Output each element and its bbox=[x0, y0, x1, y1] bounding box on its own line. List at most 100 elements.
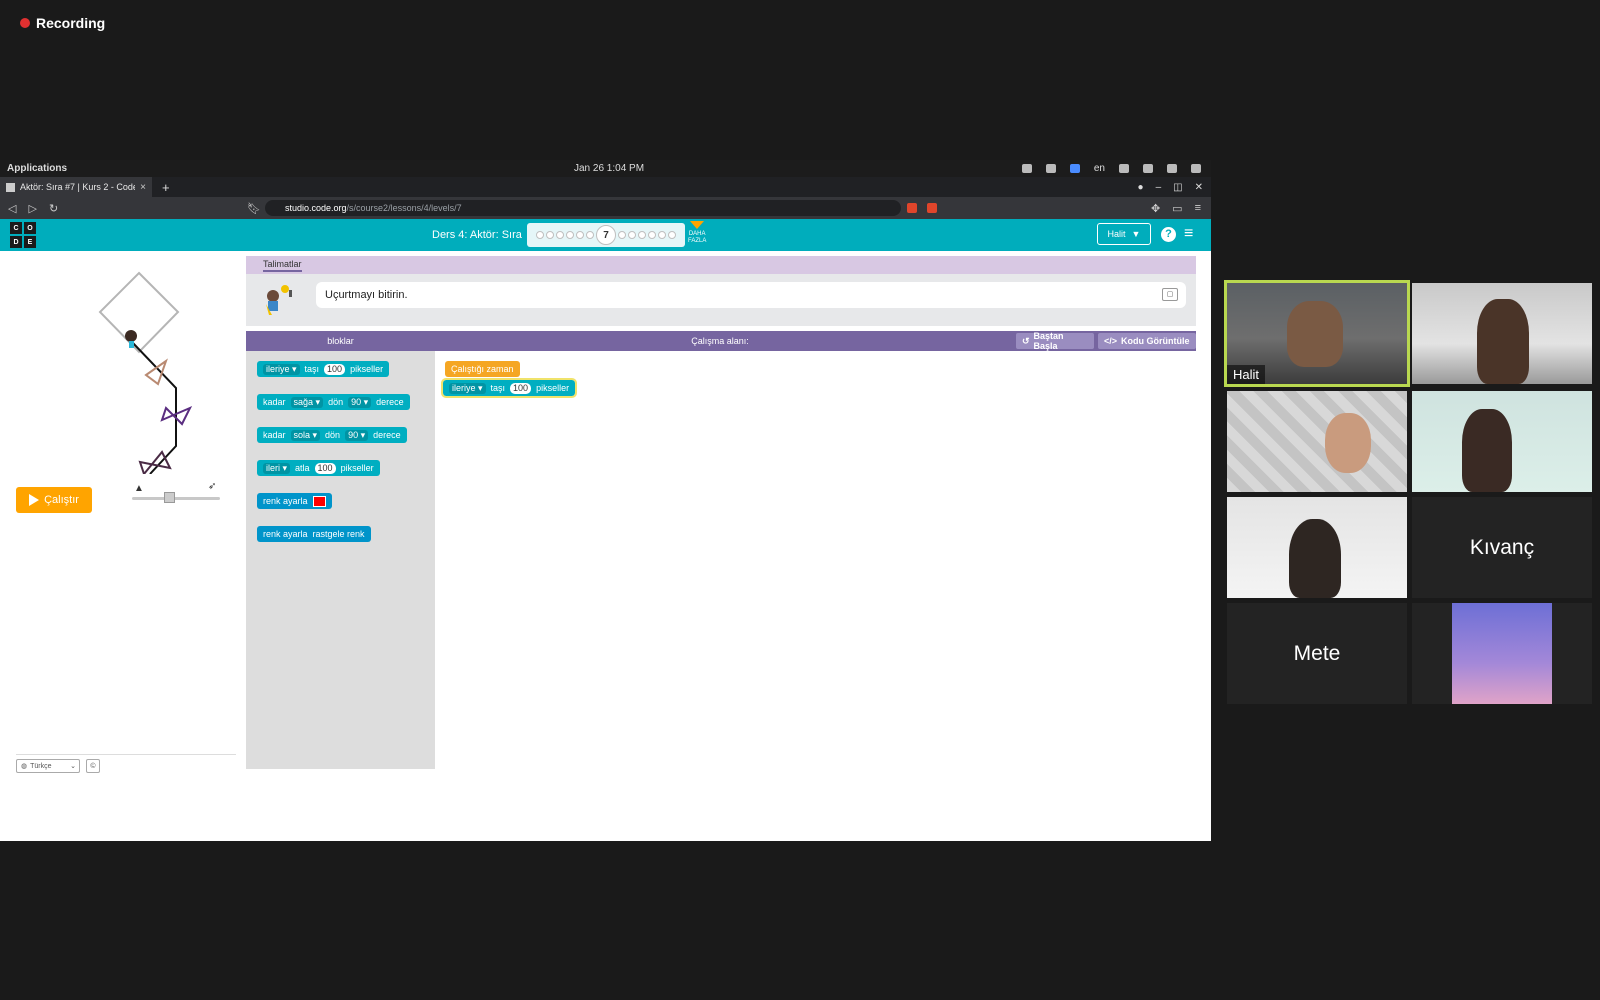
discord-tray-icon[interactable] bbox=[1045, 164, 1056, 173]
turn-right-block[interactable]: kadar sağa ▾ dön 90 ▾ derece bbox=[257, 394, 410, 410]
lesson-title[interactable]: Ders 4: Aktör: Sıra bbox=[432, 229, 522, 241]
participant-tile[interactable] bbox=[1412, 283, 1592, 384]
bookmark-icon[interactable]: 🔖︎ bbox=[247, 202, 261, 215]
mic-icon[interactable] bbox=[1167, 164, 1177, 173]
participant-name: Kıvanç bbox=[1469, 535, 1535, 559]
participant-tile[interactable] bbox=[1412, 391, 1592, 492]
random-color-value[interactable]: rastgele renk bbox=[313, 529, 365, 539]
more-levels[interactable]: DAHA FAZLA bbox=[688, 221, 706, 245]
level-dot[interactable] bbox=[556, 231, 564, 239]
level-dot[interactable] bbox=[576, 231, 584, 239]
code-icon: </> bbox=[1104, 336, 1118, 346]
level-dot[interactable] bbox=[546, 231, 554, 239]
reload-icon[interactable]: ↻ bbox=[49, 202, 58, 215]
codeorg-logo[interactable]: C O D E bbox=[10, 222, 36, 248]
more-arrow-icon bbox=[690, 221, 705, 229]
copyright-icon[interactable]: © bbox=[86, 759, 100, 773]
zoom-tray-icon[interactable] bbox=[1069, 164, 1080, 173]
amount-field[interactable]: 100 bbox=[510, 382, 532, 394]
amount-field[interactable]: 100 bbox=[324, 363, 346, 375]
level-dot[interactable] bbox=[586, 231, 594, 239]
run-button[interactable]: Çalıştır bbox=[16, 487, 92, 513]
turn-left-block[interactable]: kadar sola ▾ dön 90 ▾ derece bbox=[257, 427, 407, 443]
battery-icon[interactable] bbox=[1191, 164, 1201, 173]
block-text: kadar bbox=[263, 397, 286, 407]
participant-tile[interactable] bbox=[1412, 603, 1592, 704]
applications-menu[interactable]: Applications bbox=[7, 163, 67, 174]
participant-tile[interactable]: Mete bbox=[1227, 603, 1407, 704]
volume-icon[interactable] bbox=[1143, 164, 1153, 173]
amount-field[interactable]: 100 bbox=[314, 462, 336, 474]
slider-thumb[interactable] bbox=[164, 492, 175, 503]
angle-dropdown[interactable]: 90 ▾ bbox=[345, 429, 369, 441]
wifi-icon[interactable] bbox=[1119, 164, 1129, 173]
slider-track[interactable] bbox=[132, 497, 220, 500]
block-text: kadar bbox=[263, 430, 286, 440]
program-move-forward-block[interactable]: ileriye ▾ taşı 100 pikseller bbox=[440, 378, 578, 398]
os-clock[interactable]: Jan 26 1:04 PM bbox=[574, 163, 644, 174]
brave-rewards-icon[interactable] bbox=[927, 203, 937, 213]
url-field[interactable]: studio.code.org/s/course2/lessons/4/leve… bbox=[265, 200, 901, 216]
close-tab-icon[interactable]: × bbox=[140, 182, 146, 193]
participant-tile[interactable]: Kıvanç bbox=[1412, 497, 1592, 598]
level-dot[interactable] bbox=[658, 231, 666, 239]
direction-dropdown[interactable]: ileri ▾ bbox=[263, 462, 291, 474]
participant-video bbox=[1289, 519, 1341, 598]
globe-icon: ◍ bbox=[21, 763, 28, 770]
user-menu-button[interactable]: Halit ▼ bbox=[1097, 223, 1151, 245]
workspace-area[interactable]: Çalıştığı zaman ileriye ▾ taşı 100 pikse… bbox=[435, 351, 1196, 769]
color-swatch[interactable] bbox=[312, 495, 326, 507]
extensions-icon[interactable]: ✥ bbox=[1151, 202, 1160, 215]
participant-tile[interactable] bbox=[1227, 391, 1407, 492]
close-window-icon[interactable]: ✕ bbox=[1195, 182, 1203, 193]
speed-slider[interactable]: ▲ ➶ bbox=[132, 481, 222, 503]
new-tab-button[interactable]: + bbox=[162, 180, 170, 195]
level-dot[interactable] bbox=[648, 231, 656, 239]
participant-tile[interactable] bbox=[1227, 497, 1407, 598]
forward-icon[interactable]: ▷ bbox=[28, 202, 36, 215]
screen-icon[interactable] bbox=[1021, 164, 1032, 173]
browser-menu-icon[interactable]: ≡ bbox=[1195, 202, 1201, 215]
logo-letter: O bbox=[24, 222, 36, 234]
set-color-block[interactable]: renk ayarla bbox=[257, 493, 332, 509]
language-select[interactable]: ◍ Türkçe ⌄ bbox=[16, 759, 80, 773]
help-icon[interactable]: ? bbox=[1161, 227, 1176, 242]
current-level[interactable]: 7 bbox=[596, 225, 616, 245]
direction-dropdown[interactable]: sola ▾ bbox=[290, 429, 321, 441]
set-random-color-block[interactable]: renk ayarla rastgele renk bbox=[257, 526, 371, 542]
participant-video bbox=[1462, 409, 1512, 492]
direction-dropdown[interactable]: sağa ▾ bbox=[290, 396, 324, 408]
brave-shield-icon[interactable] bbox=[907, 203, 917, 213]
level-dot[interactable] bbox=[618, 231, 626, 239]
when-run-block[interactable]: Çalıştığı zaman bbox=[445, 361, 520, 377]
participant-tile[interactable]: Halit bbox=[1224, 280, 1410, 387]
codeorg-favicon-icon bbox=[6, 182, 15, 192]
back-icon[interactable]: ◁ bbox=[8, 202, 16, 215]
kite-string bbox=[131, 341, 177, 475]
level-dot[interactable] bbox=[668, 231, 676, 239]
tab-instructions[interactable]: Talimatlar bbox=[263, 259, 302, 272]
workspace-title: Çalışma alanı: bbox=[691, 336, 749, 346]
restart-button[interactable]: ↺ Baştan Başla bbox=[1016, 331, 1094, 351]
wallet-icon[interactable]: ▭ bbox=[1172, 202, 1182, 215]
block-text: dön bbox=[328, 397, 344, 407]
level-dot[interactable] bbox=[536, 231, 544, 239]
minimize-icon[interactable]: – bbox=[1156, 182, 1162, 193]
direction-dropdown[interactable]: ileriye ▾ bbox=[449, 382, 486, 394]
keyboard-layout[interactable]: en bbox=[1094, 163, 1105, 174]
restart-icon: ↺ bbox=[1022, 335, 1030, 346]
level-dot[interactable] bbox=[638, 231, 646, 239]
show-code-button[interactable]: </> Kodu Görüntüle bbox=[1098, 333, 1196, 349]
move-forward-block[interactable]: ileriye ▾ taşı 100 pikseller bbox=[257, 361, 390, 377]
jump-forward-block[interactable]: ileri ▾ atla 100 pikseller bbox=[257, 460, 380, 476]
browser-tab[interactable]: Aktör: Sıra #7 | Kurs 2 - Code.o × bbox=[0, 177, 152, 197]
restore-icon[interactable]: ◫ bbox=[1173, 182, 1182, 193]
angle-dropdown[interactable]: 90 ▾ bbox=[348, 396, 372, 408]
profile-icon[interactable]: ● bbox=[1138, 182, 1144, 193]
address-bar: ◁ ▷ ↻ 🔖︎ studio.code.org/s/course2/lesso… bbox=[0, 197, 1211, 219]
level-dot[interactable] bbox=[628, 231, 636, 239]
level-dot[interactable] bbox=[566, 231, 574, 239]
hamburger-menu-icon[interactable]: ≡ bbox=[1184, 226, 1193, 242]
direction-dropdown[interactable]: ileriye ▾ bbox=[263, 363, 300, 375]
collapse-instructions-icon[interactable]: ▢ bbox=[1162, 288, 1178, 301]
